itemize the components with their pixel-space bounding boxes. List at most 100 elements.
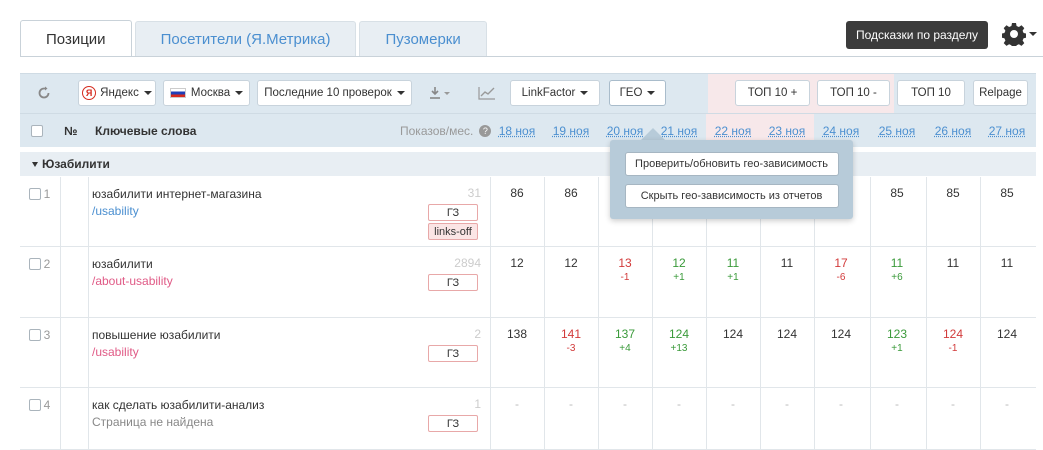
tab-positions[interactable]: Позиции [20,20,132,57]
section-hints-button[interactable]: Подсказки по разделу [846,21,988,49]
relpage-button[interactable]: Relpage [973,80,1028,106]
top10-plus-button[interactable]: ТОП 10 + [735,80,810,106]
table-header: № Ключевые слова Показов/мес. ? 18 ноя 1… [20,113,1036,148]
position-cell: - [706,397,760,413]
export-button[interactable] [422,80,458,106]
position-cell: 12 +1 [652,256,706,283]
position-cell: - [870,397,924,413]
select-all-checkbox[interactable] [31,114,43,148]
landing-url-link[interactable]: /usability [92,345,139,359]
keyword-text[interactable]: как сделать юзабилити-анализ [92,398,264,412]
region-select[interactable]: Москва [163,80,250,106]
keyword-text[interactable]: юзабилити [92,257,153,271]
position-cell: 17 -6 [814,256,868,283]
search-engine-select[interactable]: Я Яндекс [78,80,156,106]
period-label: Последние 10 проверок [264,87,392,99]
column-divider [88,247,89,317]
row-number: 3 [43,328,51,342]
position-cell: - [814,397,868,413]
chevron-down-icon [647,91,656,95]
position-value: - [839,397,843,411]
position-value: - [515,397,519,411]
shows-header[interactable]: Показов/мес. ? [400,114,492,148]
position-delta: +1 [727,272,739,283]
date-header[interactable]: 26 ноя [926,114,980,148]
gear-icon [1002,23,1026,46]
tab-visitors[interactable]: Посетители (Я.Метрика) [134,21,357,56]
position-cell: 11 [760,256,814,272]
position-delta: -1 [948,343,958,354]
landing-url-link[interactable]: /about-usability [92,274,173,288]
position-cell: 85 [980,186,1034,202]
position-cell: - [926,397,980,413]
chevron-down-icon [1029,32,1037,36]
position-value: 12 [564,256,578,270]
keyword-group-usability[interactable]: Юзабилити [20,152,1036,176]
position-value: 11 [946,256,960,270]
date-header[interactable]: 19 ноя [544,114,598,148]
landing-url-link[interactable]: /usability [92,204,139,218]
hide-geo-button[interactable]: Скрыть гео-зависимость из отчетов [624,184,839,208]
position-delta: -1 [620,272,630,283]
linkfactor-label: LinkFactor [521,87,576,99]
keyword-text[interactable]: юзабилити интернет-магазина [92,187,262,201]
position-delta: +4 [619,343,631,354]
position-value: - [569,397,573,411]
position-cell: 12 [544,256,598,272]
landing-url-link[interactable]: Страница не найдена [92,415,213,429]
table-row: 2 юзабилити/about-usability 2894 ГЗ 12 12 1… [20,247,1036,318]
keyword-text[interactable]: повышение юзабилити [92,328,220,342]
position-delta: -6 [836,272,846,283]
gz-tag[interactable]: ГЗ [428,345,478,362]
date-header[interactable]: 27 ноя [980,114,1034,148]
position-value: 124 [776,327,798,341]
gz-tag[interactable]: ГЗ [428,204,478,221]
tabs-divider [20,56,1043,57]
position-cell: - [760,397,814,413]
position-cell: - [544,397,598,413]
position-delta: +1 [891,343,903,354]
refresh-button[interactable] [32,80,56,106]
chart-button[interactable] [472,80,502,106]
chevron-down-icon [396,91,405,95]
position-value: 12 [672,256,686,270]
collapse-icon[interactable] [32,161,38,167]
linkfactor-select[interactable]: LinkFactor [510,80,600,106]
date-header[interactable]: 25 ноя [870,114,924,148]
position-cell: 11 [926,256,980,272]
position-value: 124 [942,327,964,341]
top10-minus-button[interactable]: ТОП 10 - [817,80,890,106]
position-cell: 86 [544,186,598,202]
position-value: - [951,397,955,411]
monthly-shows: 31 [467,186,481,200]
position-value: 124 [668,327,690,341]
geo-select[interactable]: ГЕО [609,80,666,106]
position-value: 124 [830,327,852,341]
top10-button[interactable]: ТОП 10 [897,80,965,106]
date-header[interactable]: 18 ноя [490,114,544,148]
row-number: 4 [43,398,51,412]
position-cell: 124 [980,327,1034,343]
position-delta: +1 [673,272,685,283]
toolbar: Я Яндекс Москва Последние 10 проверок Li… [20,73,1036,114]
tab-metrics[interactable]: Пузомерки [359,21,487,56]
gz-tag[interactable]: ГЗ [428,415,478,432]
position-cell: 124 [760,327,814,343]
yandex-icon: Я [82,86,97,100]
gz-tag[interactable]: ГЗ [428,274,478,291]
settings-menu[interactable] [1002,18,1038,50]
position-cell: 11 [980,256,1034,272]
chevron-down-icon [580,91,589,95]
position-cell: 124 [706,327,760,343]
table-row: 4 как сделать юзабилити-анализ Страница не… [20,388,1036,450]
position-cell: - [598,397,652,413]
position-cell: 123 +1 [870,327,924,354]
position-cell: 13 -1 [598,256,652,283]
period-select[interactable]: Последние 10 проверок [257,80,412,106]
position-cell: - [652,397,706,413]
check-geo-button[interactable]: Проверить/обновить гео-зависимость [624,152,839,176]
position-value: 85 [890,186,904,200]
links-off-tag[interactable]: links-off [428,223,478,240]
position-value: - [623,397,627,411]
position-cell: - [490,397,544,413]
